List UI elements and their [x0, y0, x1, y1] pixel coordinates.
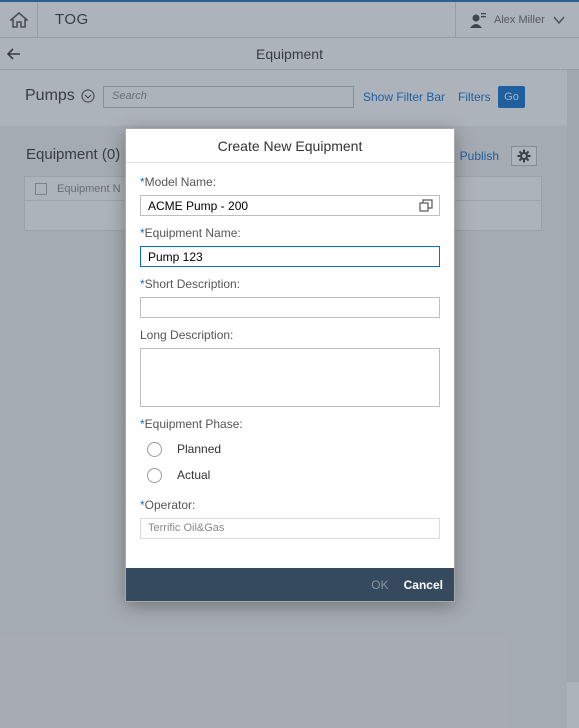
radio-label-actual: Actual: [177, 468, 211, 482]
long-description-textarea[interactable]: [140, 348, 440, 407]
equipment-name-input[interactable]: Pump 123: [140, 246, 440, 267]
equipment-name-label: *Equipment Name:: [140, 226, 241, 240]
radio-button[interactable]: [147, 467, 162, 483]
radio-option-actual[interactable]: Actual: [140, 462, 440, 488]
value-help-icon[interactable]: [419, 199, 433, 212]
equipment-phase-field: *Equipment Phase: Planned Actual: [140, 417, 440, 488]
ok-button[interactable]: OK: [371, 578, 388, 592]
radio-label-planned: Planned: [177, 442, 222, 456]
model-name-label: *Model Name:: [140, 175, 217, 189]
radio-button[interactable]: [147, 441, 162, 457]
short-description-label: *Short Description:: [140, 277, 241, 291]
dialog-title: Create New Equipment: [126, 129, 454, 163]
model-name-input[interactable]: ACME Pump - 200: [140, 195, 440, 216]
equipment-phase-label: *Equipment Phase:: [140, 417, 243, 431]
short-description-field: *Short Description:: [140, 277, 440, 318]
long-description-label: Long Description:: [140, 328, 234, 342]
equipment-name-field: *Equipment Name: Pump 123: [140, 226, 440, 267]
operator-input: Terrific Oil&Gas: [140, 518, 440, 539]
create-equipment-dialog: Create New Equipment *Model Name: ACME P…: [126, 129, 454, 601]
long-description-field: Long Description:: [140, 328, 440, 407]
short-description-input[interactable]: [140, 297, 440, 318]
model-name-field: *Model Name: ACME Pump - 200: [140, 175, 440, 216]
operator-label: *Operator:: [140, 498, 196, 512]
dialog-footer: OK Cancel: [126, 568, 454, 601]
operator-field: *Operator: Terrific Oil&Gas: [140, 498, 440, 539]
cancel-button[interactable]: Cancel: [404, 578, 443, 592]
radio-option-planned[interactable]: Planned: [140, 436, 440, 462]
model-name-value: ACME Pump - 200: [148, 199, 249, 213]
